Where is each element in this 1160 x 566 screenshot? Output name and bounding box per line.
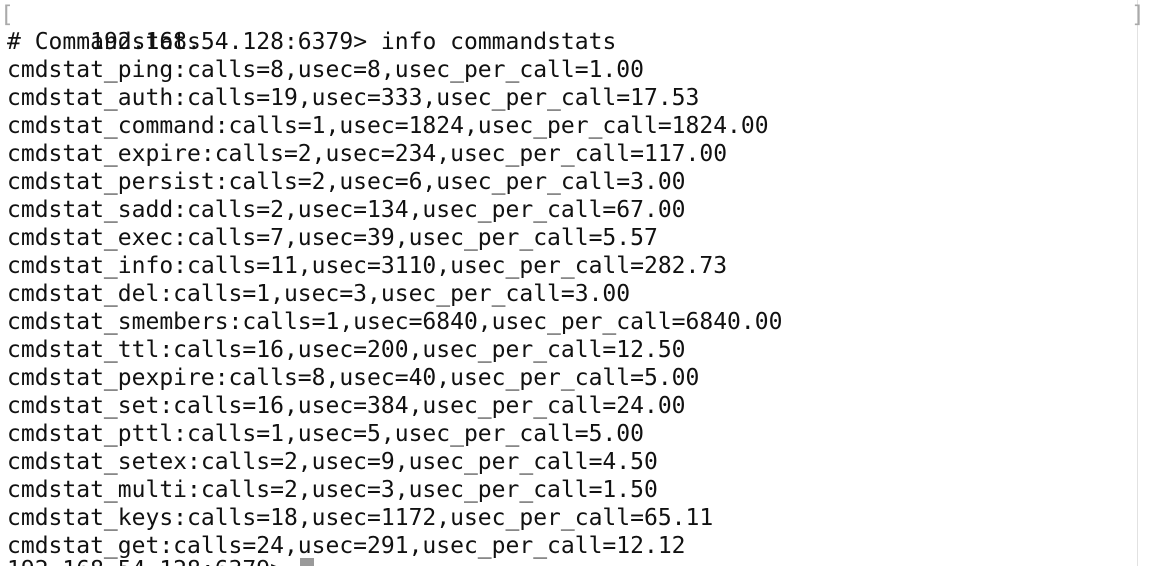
stat-line: cmdstat_ping:calls=8,usec=8,usec_per_cal… [7, 57, 644, 83]
next-prompt-line: 192.168.54.128:6379> [7, 556, 284, 566]
prompt-host: 192.168.54.128:6379> [90, 29, 368, 55]
stat-line: cmdstat_setex:calls=2,usec=9,usec_per_ca… [7, 449, 658, 475]
scrollbar-gutter [1137, 0, 1138, 566]
terminal-window[interactable]: [192.168.54.128:6379> info commandstats]… [0, 0, 1160, 566]
selection-bracket-right: ] [1131, 2, 1145, 28]
stat-line: cmdstat_keys:calls=18,usec=1172,usec_per… [7, 505, 714, 531]
stat-line: cmdstat_auth:calls=19,usec=333,usec_per_… [7, 85, 700, 111]
stat-line: cmdstat_exec:calls=7,usec=39,usec_per_ca… [7, 225, 658, 251]
stat-line: cmdstat_set:calls=16,usec=384,usec_per_c… [7, 393, 686, 419]
entered-command: info commandstats [380, 29, 617, 55]
stat-line: cmdstat_del:calls=1,usec=3,usec_per_call… [7, 281, 631, 307]
selection-bracket-left: [ [0, 2, 14, 28]
stat-line: cmdstat_sadd:calls=2,usec=134,usec_per_c… [7, 197, 686, 223]
stat-line: cmdstat_command:calls=1,usec=1824,usec_p… [7, 113, 769, 139]
text-cursor[interactable] [300, 558, 314, 566]
stat-line: cmdstat_persist:calls=2,usec=6,usec_per_… [7, 169, 686, 195]
stat-line: cmdstat_info:calls=11,usec=3110,usec_per… [7, 253, 728, 279]
stat-line: cmdstat_pttl:calls=1,usec=5,usec_per_cal… [7, 421, 644, 447]
stat-line: cmdstat_smembers:calls=1,usec=6840,usec_… [7, 309, 783, 335]
stat-line: cmdstat_expire:calls=2,usec=234,usec_per… [7, 141, 728, 167]
terminal-output: [192.168.54.128:6379> info commandstats]… [0, 0, 1145, 560]
stat-line: cmdstat_pexpire:calls=8,usec=40,usec_per… [7, 365, 700, 391]
command-prompt-line: [192.168.54.128:6379> info commandstats] [0, 0, 1145, 55]
stat-line: cmdstat_ttl:calls=16,usec=200,usec_per_c… [7, 337, 686, 363]
stat-line: cmdstat_multi:calls=2,usec=3,usec_per_ca… [7, 477, 658, 503]
